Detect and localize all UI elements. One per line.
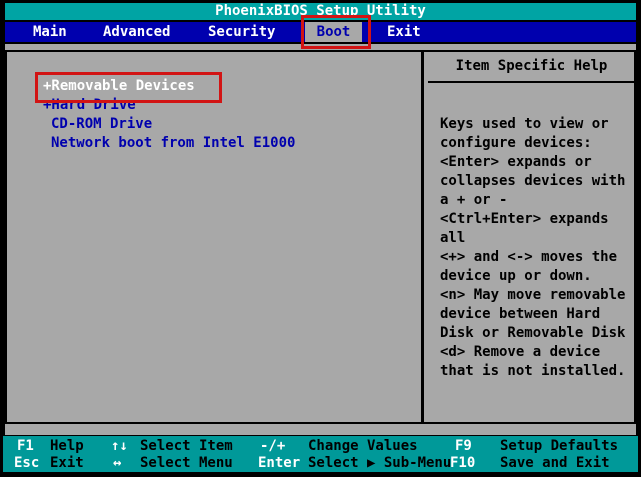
tab-advanced[interactable]: Advanced [103,22,170,42]
help-line: device between Hard [440,306,601,322]
help-line: Keys used to view or [440,116,609,132]
help-line: a + or - [440,192,508,208]
key-f1-action: Help [50,438,84,454]
key-legend-row-1: F1 Help ↑↓ Select Item -/+ Change Values… [3,437,638,455]
boot-device-list: +Removable Devices +Hard Drive CD-ROM Dr… [43,77,413,153]
key-minusplus-action: Change Values [308,438,418,454]
boot-item-network-boot[interactable]: Network boot from Intel E1000 [43,134,413,153]
help-line: collapses devices with [440,173,626,189]
help-line: Disk or Removable Disk [440,325,626,341]
boot-item-hard-drive[interactable]: +Hard Drive [43,96,413,115]
key-esc-action: Exit [50,455,84,471]
help-line: <+> and <-> moves the [440,249,618,265]
key-enter: Enter [258,455,301,471]
help-line: <d> Remove a device [440,344,601,360]
key-legend-bar: F1 Help ↑↓ Select Item -/+ Change Values… [3,436,638,472]
help-line: configure devices: [440,135,592,151]
key-leftright-icon: ↔ [113,455,122,471]
help-line: that is not installed. [440,363,626,379]
boot-item-removable-devices[interactable]: +Removable Devices [43,77,413,96]
key-esc: Esc [14,455,40,471]
menu-bar: Main Advanced Security Boot Exit [5,22,636,42]
help-line: device up or down. [440,268,592,284]
key-f9: F9 [455,438,472,454]
help-panel-title: Item Specific Help [428,52,635,83]
key-f1: F1 [17,438,34,454]
key-f10-action: Save and Exit [500,455,610,471]
key-minusplus: -/+ [260,438,286,454]
help-line: <Ctrl+Enter> expands [440,211,609,227]
bios-screen: PhoenixBIOS Setup Utility Main Advanced … [0,0,641,477]
key-f9-action: Setup Defaults [500,438,619,454]
key-enter-action: Select ▶ Sub-Menu [308,455,452,471]
window-title: PhoenixBIOS Setup Utility [5,3,636,20]
key-updown-action: Select Item [140,438,233,454]
panel-divider [421,52,424,422]
tab-boot[interactable]: Boot [305,22,362,42]
tab-security[interactable]: Security [208,22,275,42]
help-line: <n> May move removable [440,287,626,303]
help-line: all [440,230,466,246]
key-f10: F10 [450,455,476,471]
tab-exit[interactable]: Exit [387,22,421,42]
help-line: <Enter> expands or [440,154,592,170]
boot-item-cdrom-drive[interactable]: CD-ROM Drive [43,115,413,134]
tab-main[interactable]: Main [33,22,67,42]
key-legend-row-2: Esc Exit ↔ Select Menu Enter Select ▶ Su… [3,454,638,472]
key-leftright-action: Select Menu [140,455,233,471]
key-updown-icon: ↑↓ [111,438,128,454]
help-panel-text: Keys used to view or configure devices: … [440,115,632,381]
